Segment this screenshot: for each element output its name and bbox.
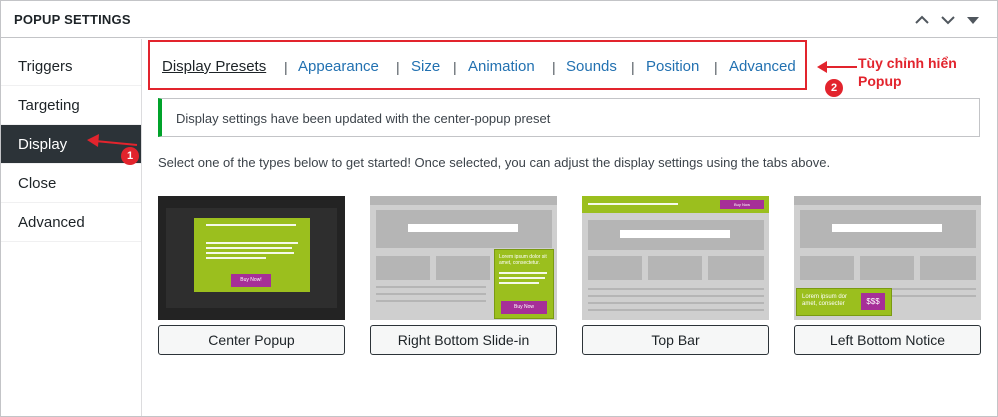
sidebar-item-label: Triggers xyxy=(18,58,73,75)
chevron-down-icon[interactable] xyxy=(939,11,957,29)
preset-cta: Buy Now! xyxy=(231,274,271,287)
annotation-badge-1: 1 xyxy=(121,147,139,165)
preset-center-popup[interactable]: Buy Now! Center Popup xyxy=(158,196,345,355)
left-bottom-notice-button[interactable]: Left Bottom Notice xyxy=(794,325,981,355)
preset-left-bottom-notice[interactable]: Lorem ipsum dor amet, consecter $$$ Left… xyxy=(794,196,981,355)
sidebar-item-triggers[interactable]: Triggers xyxy=(1,47,141,86)
top-bar-button[interactable]: Top Bar xyxy=(582,325,769,355)
tab-size[interactable]: Size xyxy=(411,58,440,75)
tab-display-presets[interactable]: Display Presets xyxy=(162,58,266,75)
preset-thumbnail: Lorem ipsum dor amet, consecter $$$ xyxy=(794,196,981,320)
tabs-highlight-box: Display Presets | Appearance | Size | An… xyxy=(148,40,807,90)
sidebar-item-label: Targeting xyxy=(18,97,80,114)
success-notice: Display settings have been updated with … xyxy=(158,98,980,137)
tab-separator: | xyxy=(453,59,457,75)
center-popup-button[interactable]: Center Popup xyxy=(158,325,345,355)
preset-body: Lorem ipsum dor amet, consecter xyxy=(802,294,848,307)
annotation-text: Tùy chỉnh hiển Popup xyxy=(858,55,957,89)
preset-thumbnail: Buy Now! xyxy=(158,196,345,320)
preset-thumbnail: Lorem ipsum dolor sit amet, consectetur.… xyxy=(370,196,557,320)
tab-animation[interactable]: Animation xyxy=(468,58,535,75)
sidebar-item-label: Close xyxy=(18,175,57,192)
tab-separator: | xyxy=(552,59,556,75)
chevron-up-icon[interactable] xyxy=(913,11,931,29)
sidebar-item-advanced[interactable]: Advanced xyxy=(1,203,141,242)
tab-separator: | xyxy=(396,59,400,75)
sidebar-item-label: Advanced xyxy=(18,214,85,231)
collapse-toggle-icon[interactable] xyxy=(964,11,982,29)
popup-settings-panel: POPUP SETTINGS Triggers Targeting Displa… xyxy=(0,0,998,417)
tab-sounds[interactable]: Sounds xyxy=(566,58,617,75)
annotation-arrow-icon xyxy=(817,61,857,73)
sidebar-item-label: Display xyxy=(18,136,68,153)
tab-advanced[interactable]: Advanced xyxy=(729,58,796,75)
tab-appearance[interactable]: Appearance xyxy=(298,58,379,75)
tab-separator: | xyxy=(714,59,718,75)
annotation-badge-2: 2 xyxy=(825,79,843,97)
preset-top-bar[interactable]: Buy Now Top Bar xyxy=(582,196,769,355)
right-bottom-slide-in-button[interactable]: Right Bottom Slide-in xyxy=(370,325,557,355)
panel-title: POPUP SETTINGS xyxy=(14,12,131,27)
sidebar-item-targeting[interactable]: Targeting xyxy=(1,86,141,125)
preset-right-bottom-slide-in[interactable]: Lorem ipsum dolor sit amet, consectetur.… xyxy=(370,196,557,355)
tab-position[interactable]: Position xyxy=(646,58,699,75)
preset-body: Lorem ipsum dolor sit amet, consectetur. xyxy=(499,254,547,266)
notice-text: Display settings have been updated with … xyxy=(176,111,551,126)
tab-separator: | xyxy=(284,59,288,75)
settings-sidebar: Triggers Targeting Display Close Advance… xyxy=(1,39,142,416)
preset-cta: $$$ xyxy=(861,293,885,310)
intro-text: Select one of the types below to get sta… xyxy=(158,155,831,170)
preset-thumbnail: Buy Now xyxy=(582,196,769,320)
panel-header: POPUP SETTINGS xyxy=(1,1,997,38)
sidebar-item-close[interactable]: Close xyxy=(1,164,141,203)
tab-separator: | xyxy=(631,59,635,75)
preset-cta: Buy Now xyxy=(720,200,764,209)
preset-cta: Buy Now xyxy=(501,301,547,314)
